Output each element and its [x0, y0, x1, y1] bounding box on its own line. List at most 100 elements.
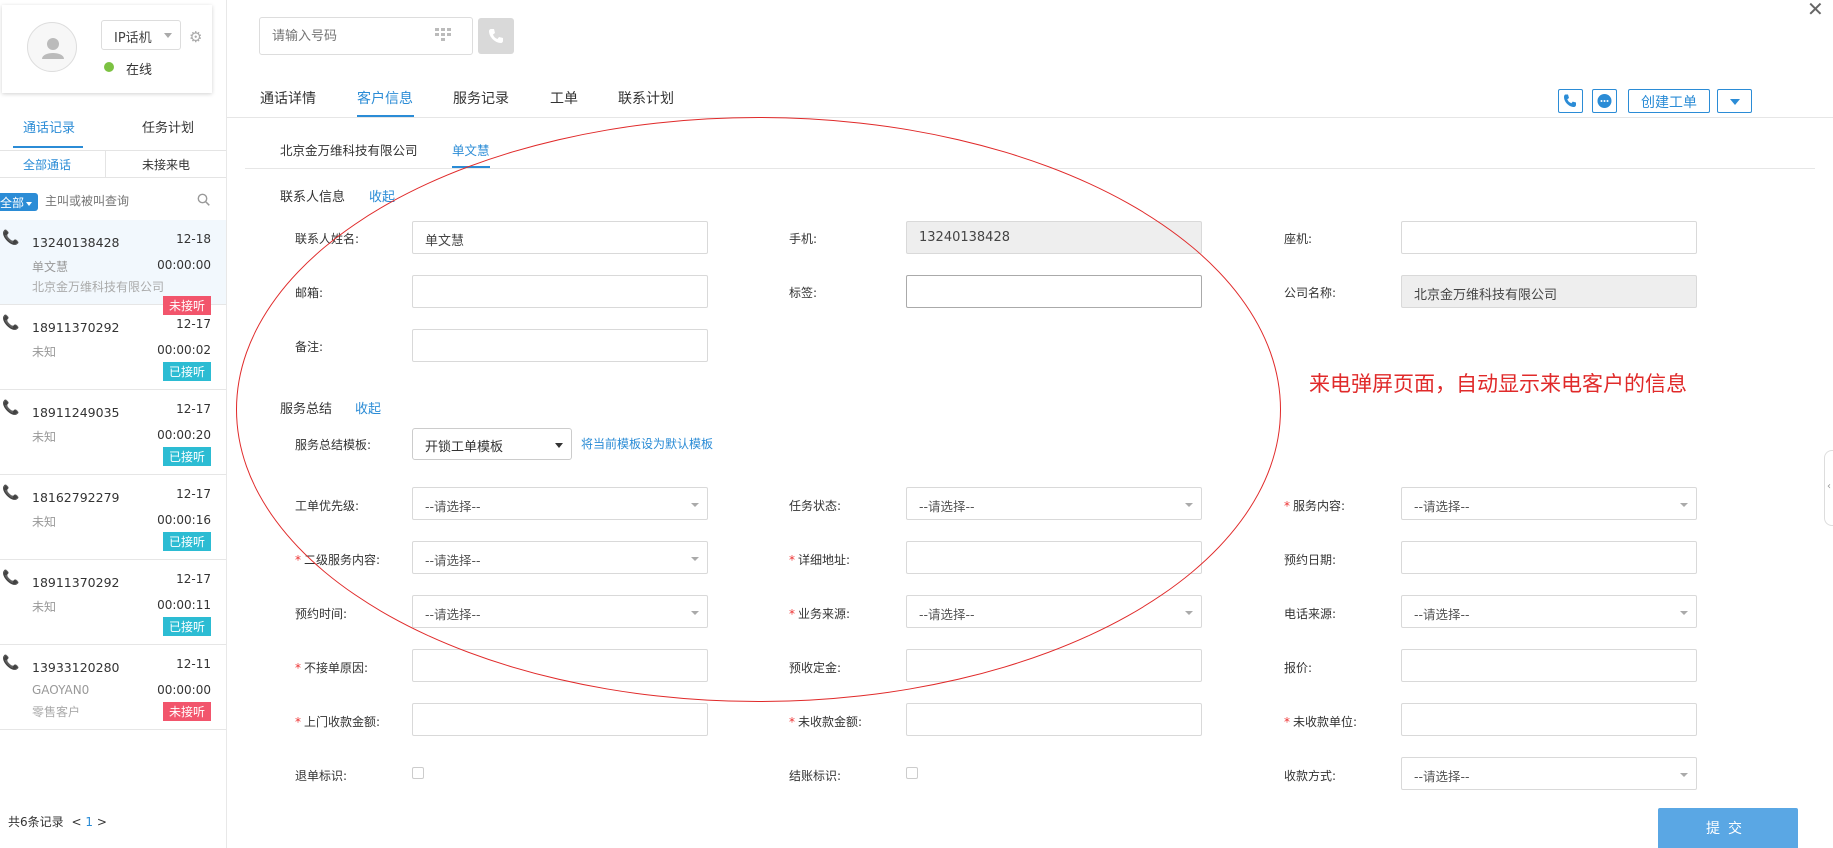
- remark-input[interactable]: [412, 329, 708, 362]
- tab-call-records[interactable]: 通话记录: [23, 117, 75, 136]
- phone-source-select[interactable]: --请选择--: [1401, 595, 1697, 628]
- status-badge: 未接听: [162, 702, 211, 721]
- call-number: 18162792279: [32, 490, 120, 505]
- appt-time-select[interactable]: --请选择--: [412, 595, 708, 628]
- contact-name-value: 单文慧: [425, 234, 465, 249]
- label-pay-method: 收款方式:: [1284, 769, 1337, 783]
- tab-call-details[interactable]: 通话详情: [260, 88, 316, 108]
- mobile-input[interactable]: 13240138428: [906, 221, 1202, 254]
- priority-select[interactable]: --请选择--: [412, 487, 708, 520]
- status-dot: [104, 62, 114, 72]
- onsite-amount-input[interactable]: [412, 703, 708, 736]
- user-icon: [42, 38, 64, 59]
- more-actions-dropdown[interactable]: [1717, 89, 1752, 113]
- gear-icon[interactable]: ⚙: [189, 28, 202, 46]
- avatar: [27, 22, 77, 72]
- email-input[interactable]: [412, 275, 708, 308]
- call-number: 13240138428: [32, 235, 120, 250]
- subtab-missed-calls[interactable]: 未接来电: [142, 156, 190, 173]
- template-select[interactable]: 开锁工单模板: [412, 428, 572, 460]
- label-appt-time: 预约时间:: [295, 607, 348, 621]
- label-settle-flag: 结账标识:: [789, 769, 842, 783]
- deposit-input[interactable]: [906, 649, 1202, 682]
- search-icon[interactable]: [197, 193, 210, 210]
- subtab-all-calls[interactable]: 全部通话: [23, 156, 71, 173]
- label-appt-date: 预约日期:: [1284, 553, 1337, 567]
- refund-flag-checkbox[interactable]: [412, 767, 424, 779]
- task-status-select[interactable]: --请选择--: [906, 487, 1202, 520]
- chat-action-button[interactable]: [1592, 89, 1617, 113]
- call-list-item[interactable]: 📞 18911370292 12-17 未知 00:00:02 已接听: [0, 305, 226, 390]
- tag-input[interactable]: [906, 275, 1202, 308]
- label-source: * 业务来源:: [789, 607, 851, 621]
- pay-method-select[interactable]: --请选择--: [1401, 757, 1697, 790]
- call-company: 零售客户: [32, 705, 81, 719]
- call-number: 18911249035: [32, 405, 120, 420]
- call-button[interactable]: [478, 18, 514, 54]
- panel-divider: [226, 0, 227, 848]
- outgoing-call-icon: 📞: [2, 230, 20, 246]
- settle-flag-checkbox[interactable]: [906, 767, 918, 779]
- unpaid-amount-input[interactable]: [906, 703, 1202, 736]
- submit-button[interactable]: 提交: [1658, 808, 1798, 848]
- close-icon[interactable]: ✕: [1807, 0, 1824, 21]
- call-filter-dropdown[interactable]: 全部: [0, 193, 38, 211]
- prev-page-button[interactable]: <: [71, 815, 81, 829]
- incoming-call-icon: 📞: [2, 485, 20, 501]
- call-duration: 00:00:00: [157, 683, 211, 697]
- service-content-select[interactable]: --请选择--: [1401, 487, 1697, 520]
- tab-tickets[interactable]: 工单: [550, 88, 578, 108]
- page-number[interactable]: 1: [85, 815, 93, 829]
- call-duration: 00:00:16: [157, 513, 211, 527]
- call-name: GAOYAN0: [32, 683, 90, 697]
- call-duration: 00:00:00: [157, 258, 211, 272]
- collapse-service-link[interactable]: 收起: [355, 398, 381, 417]
- sub-service-select[interactable]: --请选择--: [412, 541, 708, 574]
- company-input[interactable]: 北京金万维科技有限公司: [1401, 275, 1697, 308]
- select-placeholder: --请选择--: [425, 553, 481, 568]
- call-filter-label: 全部: [0, 196, 25, 210]
- contact-name-input[interactable]: 单文慧: [412, 221, 708, 254]
- landline-input[interactable]: [1401, 221, 1697, 254]
- tab-contact-plan[interactable]: 联系计划: [618, 88, 674, 108]
- call-list-item[interactable]: 📞 13240138428 12-18 单文慧 00:00:00 北京金万维科技…: [0, 220, 226, 315]
- label-unpaid-unit: * 未收款单位:: [1284, 715, 1358, 729]
- side-panel-handle[interactable]: ‹: [1824, 450, 1833, 526]
- call-list-item[interactable]: 📞 18911370292 12-17 未知 00:00:11 已接听: [0, 560, 226, 645]
- tab-service-records[interactable]: 服务记录: [453, 88, 509, 108]
- subtab-contact[interactable]: 单文慧: [452, 140, 490, 159]
- tab-customer-info[interactable]: 客户信息: [357, 88, 413, 108]
- call-list-item[interactable]: 📞 18911249035 12-17 未知 00:00:20 已接听: [0, 390, 226, 475]
- call-date: 12-17: [176, 487, 211, 501]
- call-name: 单文慧: [32, 260, 69, 274]
- reject-reason-input[interactable]: [412, 649, 708, 682]
- phone-mode-select[interactable]: IP话机: [101, 20, 181, 50]
- quote-input[interactable]: [1401, 649, 1697, 682]
- collapse-contact-link[interactable]: 收起: [369, 186, 395, 205]
- source-select[interactable]: --请选择--: [906, 595, 1202, 628]
- next-page-button[interactable]: >: [97, 815, 107, 829]
- appt-date-input[interactable]: [1401, 541, 1697, 574]
- label-refund-flag: 退单标识:: [295, 769, 348, 783]
- dialpad-icon[interactable]: [434, 27, 452, 43]
- unpaid-unit-input[interactable]: [1401, 703, 1697, 736]
- chevron-left-icon: ‹: [1827, 481, 1831, 492]
- agent-status[interactable]: 在线: [126, 59, 152, 78]
- call-list-item[interactable]: 📞 18162792279 12-17 未知 00:00:16 已接听: [0, 475, 226, 560]
- subtab-company[interactable]: 北京金万维科技有限公司: [280, 140, 418, 159]
- call-search-input[interactable]: [45, 194, 185, 208]
- record-count: 共6条记录: [8, 815, 64, 829]
- set-default-template-link[interactable]: 将当前模板设为默认模板: [581, 435, 713, 452]
- create-ticket-button[interactable]: 创建工单: [1628, 89, 1710, 113]
- incoming-call-icon: 📞: [2, 570, 20, 586]
- call-date: 12-11: [176, 657, 211, 671]
- tab-task-plan[interactable]: 任务计划: [142, 117, 194, 136]
- chevron-down-icon: [691, 611, 699, 615]
- chevron-down-icon: [164, 33, 172, 38]
- outgoing-call-icon: 📞: [2, 655, 20, 671]
- address-input[interactable]: [906, 541, 1202, 574]
- divider: [227, 117, 1833, 118]
- label-unpaid-amount: * 未收款金额:: [789, 715, 863, 729]
- call-list-item[interactable]: 📞 13933120280 12-11 GAOYAN0 00:00:00 零售客…: [0, 645, 226, 730]
- phone-action-button[interactable]: [1558, 89, 1583, 113]
